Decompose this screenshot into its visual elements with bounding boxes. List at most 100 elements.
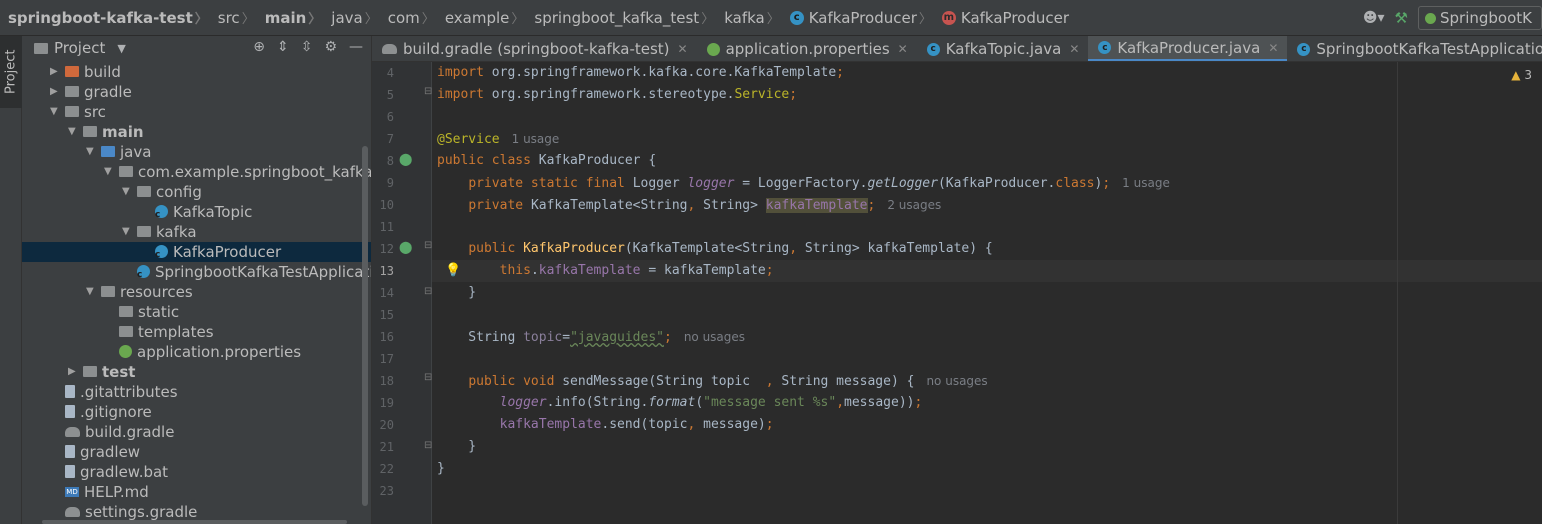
breadcrumb-item-java[interactable]: java 〉 [323, 8, 379, 28]
code-editor[interactable]: ▲ 3 import org.springframework.kafka.cor… [432, 62, 1542, 524]
tree-item-settings-gradle[interactable]: settings.gradle [22, 502, 371, 522]
breadcrumb-item-example[interactable]: example 〉 [437, 8, 527, 28]
spring-class-icon: c [137, 265, 150, 280]
chevron-right-icon: 〉 [364, 12, 378, 27]
usage-hint[interactable]: 2 usages [875, 198, 941, 212]
close-icon[interactable]: ✕ [1069, 42, 1079, 56]
project-panel-title[interactable]: Project [54, 39, 105, 57]
usage-hint[interactable]: 1 usage [1110, 176, 1170, 190]
project-folder-icon [34, 42, 48, 54]
class-icon: c [789, 10, 804, 25]
tree-item-gradlew[interactable]: gradlew [22, 442, 371, 462]
chevron-right-icon[interactable]: ▶ [50, 62, 62, 82]
tree-item-kafkatopic[interactable]: c KafkaTopic [22, 202, 371, 222]
tree-item-gradle[interactable]: ▶ gradle [22, 82, 371, 102]
tree-item-gitattributes[interactable]: .gitattributes [22, 382, 371, 402]
breadcrumb-item-package[interactable]: springboot_kafka_test 〉 [526, 8, 716, 28]
tree-item-gitignore[interactable]: .gitignore [22, 402, 371, 422]
tree-item-label: build [84, 63, 121, 81]
collapse-all-icon[interactable]: ⇳ [301, 39, 313, 55]
tree-item-test[interactable]: ▶ test [22, 362, 371, 382]
breadcrumb-item-kafka[interactable]: kafka 〉 [716, 8, 782, 28]
spring-bean-gutter-icon[interactable]: ⬤ [399, 240, 412, 254]
close-icon[interactable]: ✕ [898, 42, 908, 56]
tab-build-gradle[interactable]: build.gradle (springboot-kafka-test) ✕ [372, 36, 697, 61]
code-line: import org.springframework.kafka.core.Ka… [437, 65, 844, 80]
tree-item-build[interactable]: ▶ build [22, 62, 371, 82]
chevron-right-icon: 〉 [421, 12, 435, 27]
tree-item-label: settings.gradle [85, 503, 198, 521]
chevron-down-icon[interactable]: ▼ [104, 162, 116, 182]
chevron-right-icon: 〉 [511, 12, 525, 27]
tree-item-label: .gitignore [80, 403, 152, 421]
editor-gutter[interactable]: 4 5 6 7 8 9 10 11 12 13 14 15 16 17 18 1… [372, 62, 432, 524]
chevron-right-icon[interactable]: ▶ [50, 82, 62, 102]
chevron-right-icon[interactable]: ▶ [68, 362, 80, 382]
tab-application-properties[interactable]: application.properties ✕ [697, 36, 917, 61]
tree-item-main[interactable]: ▼ main [22, 122, 371, 142]
method-icon: m [941, 10, 956, 25]
tree-item-src[interactable]: ▼ src [22, 102, 371, 122]
chevron-down-icon[interactable]: ▼ [86, 142, 98, 162]
expand-all-icon[interactable]: ⇕ [277, 39, 289, 55]
run-configuration-select[interactable]: SpringbootK [1418, 6, 1542, 30]
code-line: public KafkaProducer(KafkaTemplate<Strin… [468, 241, 993, 256]
minimize-icon[interactable]: — [349, 39, 363, 55]
spring-bean-gutter-icon[interactable]: ⬤ [399, 152, 412, 166]
breadcrumb-item-main[interactable]: main 〉 [257, 8, 324, 28]
tree-item-label: gradlew.bat [80, 463, 169, 481]
tree-item-build-gradle[interactable]: build.gradle [22, 422, 371, 442]
tree-item-kafkaproducer[interactable]: c KafkaProducer [22, 242, 371, 262]
tree-item-config[interactable]: ▼ config [22, 182, 371, 202]
vertical-scrollbar[interactable] [362, 146, 368, 506]
close-icon[interactable]: ✕ [1268, 41, 1278, 55]
line-number: 9 [386, 176, 394, 190]
tree-item-label: main [102, 123, 144, 141]
chevron-down-icon[interactable]: ▼ [122, 182, 134, 202]
locate-icon[interactable]: ⊕ [253, 39, 265, 55]
usage-hint[interactable]: no usages [914, 374, 987, 388]
build-hammer-icon[interactable]: ⚒ [1395, 9, 1408, 27]
tab-springboot-application[interactable]: cSpringbootKafkaTestApplication.java✕ [1287, 36, 1542, 61]
line-number: 10 [379, 198, 394, 212]
tree-item-kafka[interactable]: ▼ kafka [22, 222, 371, 242]
usage-hint[interactable]: no usages [672, 330, 745, 344]
tree-item-application[interactable]: c SpringbootKafkaTestApplication [22, 262, 371, 282]
gear-icon[interactable]: ⚙ [324, 39, 337, 55]
breadcrumb-item-method[interactable]: m KafkaProducer [934, 9, 1071, 27]
tool-tab-project[interactable]: Project [0, 36, 22, 108]
breadcrumb: springboot-kafka-test 〉 src 〉 main 〉 java 〉 … [0, 0, 1542, 36]
lightbulb-icon[interactable]: 💡 [445, 260, 461, 282]
tree-item-resources[interactable]: ▼ resources [22, 282, 371, 302]
tab-kafkatopic[interactable]: c KafkaTopic.java ✕ [917, 36, 1089, 61]
chevron-down-icon[interactable]: ▼ [50, 102, 62, 122]
user-icon[interactable]: ☻▾ [1363, 10, 1385, 26]
tree-item-label: HELP.md [84, 483, 149, 501]
chevron-down-icon[interactable]: ▼ [86, 282, 98, 302]
breadcrumb-label: springboot_kafka_test [534, 8, 700, 27]
tree-item-help-md[interactable]: MD HELP.md [22, 482, 371, 502]
chevron-down-icon[interactable]: ▼ [117, 42, 125, 55]
chevron-down-icon[interactable]: ▼ [122, 222, 134, 242]
tree-item-gradlew-bat[interactable]: gradlew.bat [22, 462, 371, 482]
tree-item-application-properties[interactable]: application.properties [22, 342, 371, 362]
breadcrumb-item-project[interactable]: springboot-kafka-test 〉 [0, 8, 210, 28]
tab-kafkaproducer[interactable]: c KafkaProducer.java ✕ [1088, 36, 1288, 61]
inspection-widget[interactable]: ▲ 3 [1511, 68, 1532, 82]
breadcrumb-item-com[interactable]: com 〉 [380, 8, 437, 28]
tree-item-static[interactable]: static [22, 302, 371, 322]
tree-item-label: gradle [84, 83, 132, 101]
tree-item-package-root[interactable]: ▼ com.example.springboot_kafka_test [22, 162, 371, 182]
tree-item-java[interactable]: ▼ java [22, 142, 371, 162]
breadcrumb-item-class[interactable]: c KafkaProducer 〉 [782, 8, 934, 27]
horizontal-scrollbar[interactable] [42, 520, 347, 524]
left-tool-strip: Project [0, 36, 22, 524]
chevron-down-icon[interactable]: ▼ [68, 122, 80, 142]
tree-item-templates[interactable]: templates [22, 322, 371, 342]
usage-hint[interactable]: 1 usage [500, 132, 560, 146]
folder-icon [65, 66, 79, 77]
line-number: 8 [386, 154, 394, 168]
file-icon [65, 385, 75, 398]
close-icon[interactable]: ✕ [678, 42, 688, 56]
breadcrumb-item-src[interactable]: src 〉 [210, 8, 257, 28]
